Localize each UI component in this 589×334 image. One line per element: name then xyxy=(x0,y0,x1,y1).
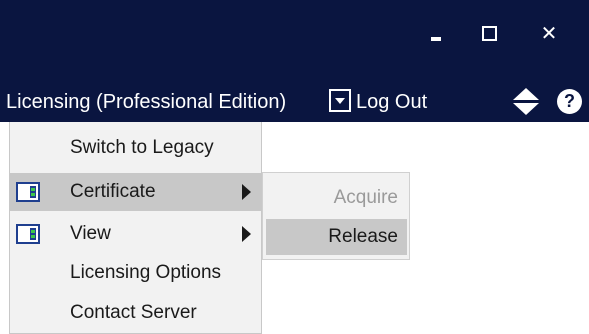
maximize-button[interactable] xyxy=(469,16,509,50)
title-bar: ✕ Licensing (Professional Edition) Log O… xyxy=(0,0,589,122)
submenu-item-acquire: Acquire xyxy=(333,187,398,208)
menu-item-view[interactable]: View xyxy=(10,215,261,253)
sort-icon[interactable] xyxy=(513,88,539,118)
menu-item-contact-server[interactable]: Contact Server xyxy=(10,294,261,332)
menu-item-label: View xyxy=(70,223,111,244)
maximize-icon xyxy=(481,25,497,41)
view-icon xyxy=(16,224,40,244)
menu-item-label: Switch to Legacy xyxy=(70,137,214,158)
submenu-item-release[interactable]: Release xyxy=(266,219,407,255)
menu-item-label: Certificate xyxy=(70,181,156,202)
certificate-submenu: Acquire Release xyxy=(262,172,410,260)
menu-item-label: Licensing Options xyxy=(70,262,222,283)
submenu-arrow-icon xyxy=(242,184,251,200)
minimize-icon xyxy=(431,37,441,41)
app-title: Licensing (Professional Edition) xyxy=(6,91,287,113)
close-icon: ✕ xyxy=(540,21,558,45)
caret-down-icon xyxy=(335,97,345,104)
menu-item-certificate[interactable]: Certificate xyxy=(10,173,261,211)
certificate-icon xyxy=(16,182,40,202)
submenu-arrow-icon xyxy=(242,226,251,242)
minimize-button[interactable] xyxy=(416,16,456,50)
menu-item-switch-to-legacy[interactable]: Switch to Legacy xyxy=(10,129,261,167)
close-button[interactable]: ✕ xyxy=(529,16,569,50)
help-icon[interactable]: ? xyxy=(557,89,582,114)
menu-dropdown-button[interactable] xyxy=(329,89,351,112)
logout-link[interactable]: Log Out xyxy=(356,90,427,114)
dropdown-menu: Switch to Legacy Certificate View Licens… xyxy=(9,122,262,334)
menu-item-licensing-options[interactable]: Licensing Options xyxy=(10,254,261,292)
menu-item-label: Contact Server xyxy=(70,302,197,323)
